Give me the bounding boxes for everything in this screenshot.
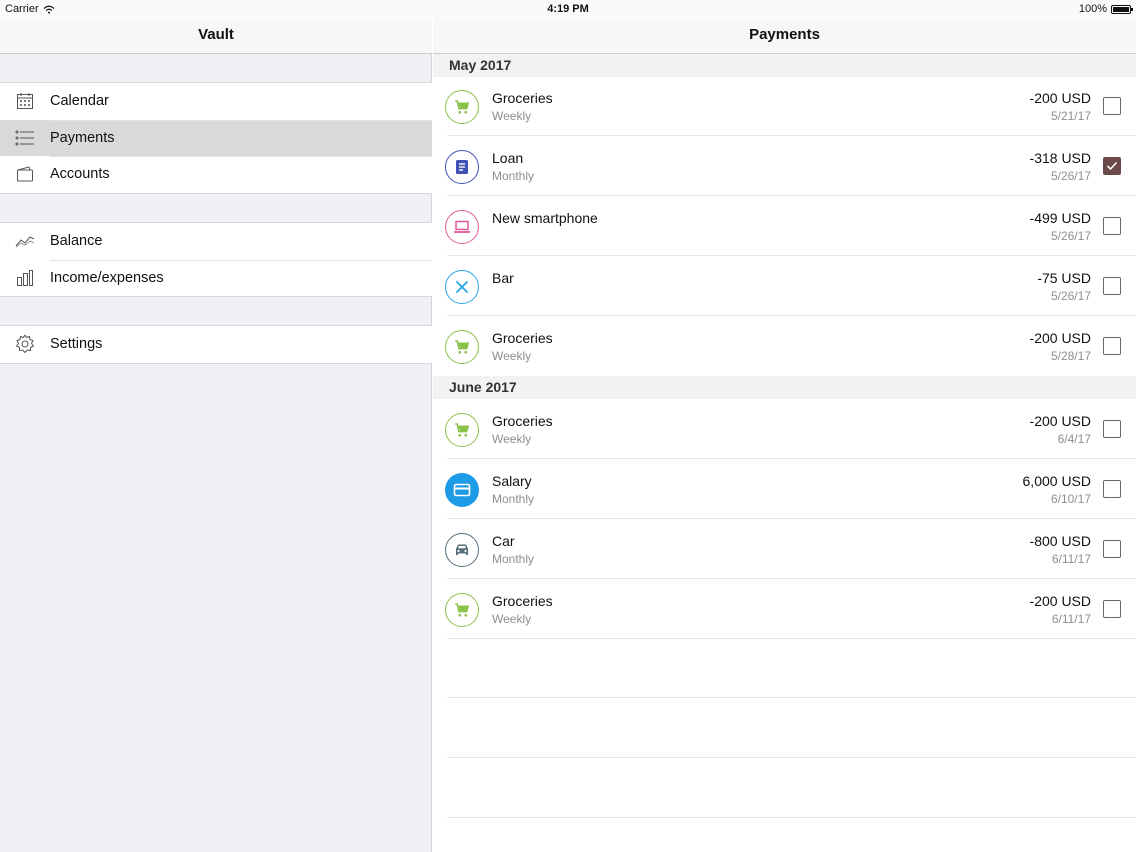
paid-checkbox[interactable] [1103,97,1121,115]
payment-amount: 6,000 USD [1022,473,1091,489]
menu-group-settings: Settings [0,325,432,364]
battery-indicator: 100% [1078,3,1133,15]
menu-group-reports: Balance Income/expenses [0,222,432,297]
section-header: June 2017 [433,376,1136,399]
payment-date: 6/11/17 [1051,552,1091,566]
payment-amount: -800 USD [1029,533,1091,549]
payment-frequency: Weekly [492,432,532,446]
car-icon [445,533,479,567]
paid-checkbox[interactable] [1103,600,1121,618]
payment-title: Salary [492,473,532,489]
card-icon [445,473,479,507]
payment-frequency: Monthly [492,552,535,566]
sidebar-item-payments[interactable]: Payments [0,119,432,156]
payment-title: New smartphone [492,210,598,226]
paid-checkbox[interactable] [1103,480,1121,498]
paid-checkbox[interactable] [1103,540,1121,558]
payments-panel: Payments May 2017 Groceries Weekly -200 … [433,0,1136,852]
paid-checkbox[interactable] [1103,277,1121,295]
payment-date: 5/21/17 [1050,109,1091,123]
payment-date: 5/26/17 [1050,289,1091,303]
cutlery-icon [445,270,479,304]
payment-row[interactable]: Loan Monthly -318 USD 5/26/17 [433,136,1136,196]
sidebar: Vault Calendar Payments Accounts Balance… [0,0,432,852]
payment-amount: -499 USD [1029,210,1091,226]
payment-row[interactable]: Car Monthly -800 USD 6/11/17 [433,519,1136,579]
paid-checkbox[interactable] [1103,217,1121,235]
payment-row[interactable]: Groceries Weekly -200 USD 6/4/17 [433,399,1136,459]
sidebar-item-calendar[interactable]: Calendar [0,83,432,120]
menu-group-main: Calendar Payments Accounts [0,82,432,194]
list-icon [15,128,35,148]
calendar-icon [15,91,35,111]
sidebar-title: Vault [0,18,432,54]
gear-icon [15,334,35,354]
cart-icon [445,413,479,447]
sidebar-item-label: Payments [50,129,115,146]
payment-amount: -318 USD [1029,150,1091,166]
payment-title: Loan [492,150,524,166]
payment-date: 6/10/17 [1050,492,1091,506]
payment-row[interactable]: Groceries Weekly -200 USD 6/11/17 [433,579,1136,639]
sidebar-item-label: Calendar [50,93,109,110]
payment-row[interactable]: New smartphone -499 USD 5/26/17 [433,196,1136,256]
sidebar-item-label: Accounts [50,166,110,183]
payment-title: Groceries [492,90,553,106]
divider [447,638,1136,639]
payment-title: Groceries [492,413,553,429]
payment-frequency: Monthly [492,169,535,183]
cart-icon [445,593,479,627]
payment-title: Bar [492,270,514,286]
payment-amount: -75 USD [1037,270,1091,286]
sidebar-item-balance[interactable]: Balance [0,223,432,260]
payment-row[interactable]: Bar -75 USD 5/26/17 [433,256,1136,316]
payment-date: 5/28/17 [1050,349,1091,363]
bar-chart-icon [15,268,35,288]
empty-row-divider [447,817,1136,818]
paid-checkbox[interactable] [1103,420,1121,438]
page-title: Payments [433,18,1136,54]
payment-date: 6/11/17 [1051,612,1091,626]
payment-date: 6/4/17 [1057,432,1091,446]
sidebar-item-settings[interactable]: Settings [0,326,432,363]
payment-row[interactable]: Salary Monthly 6,000 USD 6/10/17 [433,459,1136,519]
paid-checkbox[interactable] [1103,157,1121,175]
payment-frequency: Weekly [492,612,532,626]
cart-icon [445,330,479,364]
sidebar-item-label: Balance [50,233,103,250]
payment-frequency: Weekly [492,349,532,363]
cart-icon [445,90,479,124]
payment-row[interactable]: Groceries Weekly -200 USD 5/21/17 [433,76,1136,136]
empty-row-divider [447,757,1136,758]
sidebar-item-accounts[interactable]: Accounts [0,156,432,193]
payment-title: Groceries [492,330,553,346]
payment-title: Groceries [492,593,553,609]
payment-amount: -200 USD [1029,413,1091,429]
sidebar-item-label: Income/expenses [50,269,164,286]
sidebar-item-income-expenses[interactable]: Income/expenses [0,259,432,297]
empty-row-divider [447,697,1136,698]
payment-amount: -200 USD [1029,90,1091,106]
payment-title: Car [492,533,515,549]
payment-date: 5/26/17 [1050,229,1091,243]
line-chart-icon [15,231,35,251]
wallet-icon [15,164,35,184]
battery-percent: 100% [1078,3,1107,15]
payment-row[interactable]: Groceries Weekly -200 USD 5/28/17 [433,316,1136,376]
payment-amount: -200 USD [1029,330,1091,346]
payment-frequency: Weekly [492,109,532,123]
clock: 4:19 PM [547,3,589,15]
payment-frequency: Monthly [492,492,535,506]
laptop-icon [445,210,479,244]
payment-amount: -200 USD [1029,593,1091,609]
payment-date: 5/26/17 [1050,169,1091,183]
section-header: May 2017 [433,54,1136,77]
checkmark-icon [1106,161,1118,171]
paid-checkbox[interactable] [1103,337,1121,355]
document-icon [445,150,479,184]
battery-icon [1111,4,1133,14]
status-bar: Carrier 4:19 PM 100% [0,0,1136,18]
sidebar-item-label: Settings [50,336,103,353]
